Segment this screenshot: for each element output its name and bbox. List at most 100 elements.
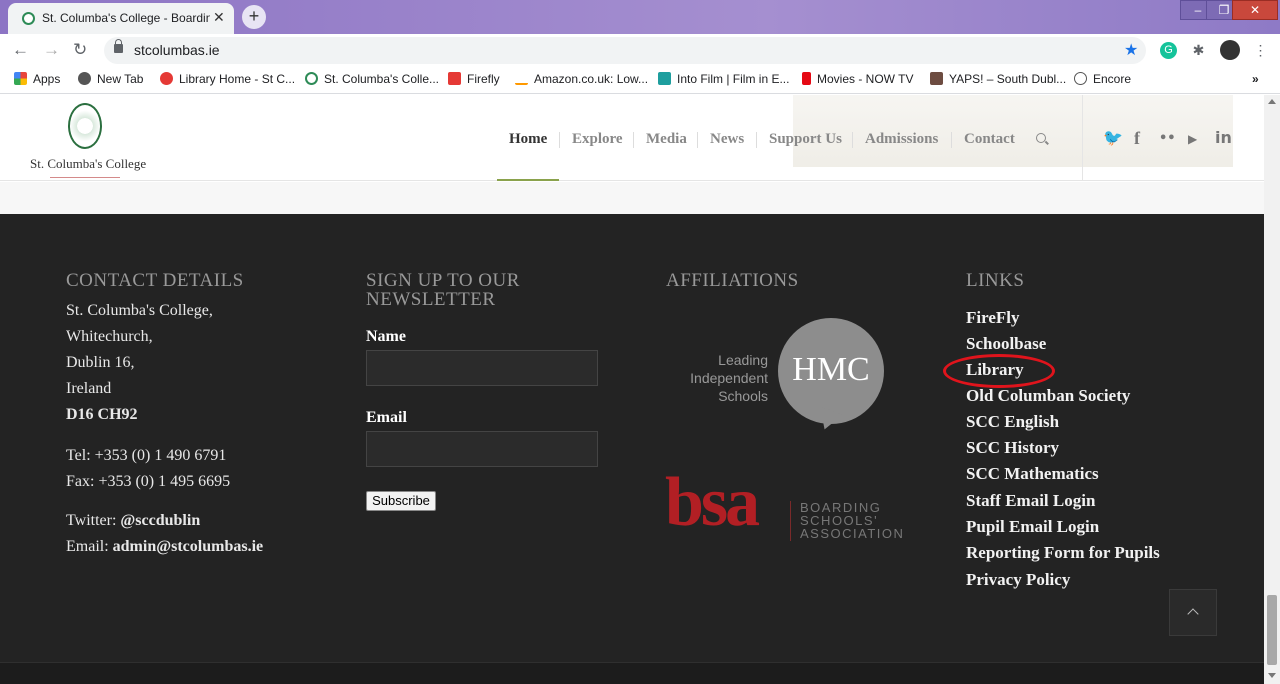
- footer-link-pupil-email[interactable]: Pupil Email Login: [966, 517, 1099, 537]
- email-line: Email: admin@stcolumbas.ie: [66, 538, 263, 556]
- nav-separator: [756, 132, 757, 148]
- nav-separator: [633, 132, 634, 148]
- crest-icon: [305, 72, 318, 85]
- bookmark-item[interactable]: Library Home - St C...: [160, 72, 295, 86]
- footer-link-scc-mathematics[interactable]: SCC Mathematics: [966, 464, 1099, 484]
- bookmark-item[interactable]: Amazon.co.uk: Low...: [515, 72, 648, 86]
- facebook-icon[interactable]: f: [1134, 128, 1140, 149]
- name-label: Name: [366, 328, 406, 345]
- address-line: Ireland: [66, 380, 112, 397]
- tab-close-icon[interactable]: ✕: [213, 9, 225, 26]
- scroll-down-arrow-icon[interactable]: [1268, 673, 1276, 678]
- subscribe-button[interactable]: Subscribe: [366, 491, 436, 511]
- footer-link-staff-email[interactable]: Staff Email Login: [966, 491, 1095, 511]
- linkedin-icon[interactable]: in: [1215, 128, 1232, 147]
- nav-contact[interactable]: Contact: [964, 131, 1015, 148]
- highlight-circle: [943, 354, 1055, 388]
- contact-heading: CONTACT DETAILS: [66, 270, 244, 291]
- address-line: Whitechurch,: [66, 328, 153, 345]
- youtube-icon[interactable]: ▶: [1188, 132, 1197, 146]
- header-divider: [1082, 95, 1083, 181]
- bsa-divider: [790, 501, 791, 541]
- browser-tab[interactable]: St. Columba's College - Boarding ✕: [8, 3, 234, 34]
- nav-admissions[interactable]: Admissions: [865, 131, 938, 148]
- newsletter-heading: SIGN UP TO OUR NEWSLETTER: [366, 270, 520, 310]
- bookmark-star-icon[interactable]: ★: [1124, 40, 1138, 60]
- bookmark-item[interactable]: Movies - NOW TV: [802, 72, 913, 86]
- footer-bottom-bar: [0, 662, 1264, 684]
- scroll-to-top-button[interactable]: [1169, 589, 1217, 636]
- nav-separator: [559, 132, 560, 148]
- footer-link-scc-history[interactable]: SCC History: [966, 438, 1059, 458]
- nav-media[interactable]: Media: [646, 131, 687, 148]
- address-line: Dublin 16,: [66, 354, 135, 371]
- site-favicon-icon: [22, 12, 35, 25]
- scrollbar-thumb[interactable]: [1267, 595, 1277, 665]
- more-bookmarks-icon[interactable]: »: [1252, 72, 1259, 86]
- college-crest-icon[interactable]: [68, 103, 102, 149]
- footer-link-old-columban-society[interactable]: Old Columban Society: [966, 386, 1130, 406]
- email-input[interactable]: [366, 431, 598, 467]
- footer-link-reporting-form[interactable]: Reporting Form for Pupils: [966, 543, 1160, 563]
- bookmark-item[interactable]: Into Film | Film in E...: [658, 72, 789, 86]
- window-close-button[interactable]: ✕: [1232, 0, 1278, 20]
- email-link[interactable]: admin@stcolumbas.ie: [113, 538, 263, 555]
- bookmark-item[interactable]: Encore: [1074, 72, 1131, 86]
- forward-arrow-icon[interactable]: →: [43, 40, 60, 60]
- lock-icon: [114, 39, 123, 53]
- bsa-association-text: BOARDING SCHOOLS' ASSOCIATION: [800, 500, 905, 541]
- bookmarks-bar: Apps New Tab Library Home - St C... St. …: [0, 66, 1280, 94]
- links-heading: LINKS: [966, 270, 1025, 291]
- affiliations-heading: AFFILIATIONS: [666, 270, 799, 291]
- hmc-logo-text: HMC: [792, 351, 870, 388]
- reload-icon[interactable]: ↻: [73, 40, 87, 60]
- play-circle-icon: [1074, 72, 1087, 85]
- tab-title: St. Columba's College - Boarding: [42, 11, 210, 25]
- footer-link-schoolbase[interactable]: Schoolbase: [966, 334, 1046, 354]
- twitter-handle-link[interactable]: @sccdublin: [120, 512, 200, 529]
- yaps-icon: [930, 72, 943, 85]
- hmc-tagline: Leading Independent Schools: [690, 352, 768, 404]
- browser-tab-strip: St. Columba's College - Boarding ✕ + – ❐…: [0, 0, 1280, 34]
- back-arrow-icon[interactable]: ←: [12, 40, 29, 60]
- bookmark-item[interactable]: Firefly: [448, 72, 500, 86]
- twitter-label: Twitter:: [66, 512, 121, 529]
- firefly-icon: [448, 72, 461, 85]
- nav-separator: [697, 132, 698, 148]
- nav-support-us[interactable]: Support Us: [769, 131, 842, 148]
- fax: Fax: +353 (0) 1 495 6695: [66, 473, 231, 490]
- logo-text[interactable]: St. Columba's College: [30, 156, 146, 172]
- profile-avatar[interactable]: [1220, 40, 1240, 60]
- nav-home[interactable]: Home: [509, 131, 547, 148]
- scroll-up-arrow-icon[interactable]: [1268, 99, 1276, 104]
- browser-menu-icon[interactable]: ⋮: [1252, 42, 1269, 59]
- nav-explore[interactable]: Explore: [572, 131, 623, 148]
- bookmark-item[interactable]: Apps: [14, 72, 60, 86]
- search-icon[interactable]: [1036, 133, 1046, 143]
- nav-active-indicator: [497, 179, 559, 181]
- footer-link-scc-english[interactable]: SCC English: [966, 412, 1059, 432]
- extensions-puzzle-icon[interactable]: ✱: [1190, 42, 1207, 59]
- nav-separator: [951, 132, 952, 148]
- apps-grid-icon: [14, 72, 27, 85]
- globe-icon: [78, 72, 91, 85]
- library-icon: [160, 72, 173, 85]
- footer-link-privacy-policy[interactable]: Privacy Policy: [966, 570, 1070, 590]
- telephone: Tel: +353 (0) 1 490 6791: [66, 447, 227, 464]
- grammarly-extension-icon[interactable]: G: [1160, 42, 1177, 59]
- page-scrollbar[interactable]: [1264, 95, 1280, 684]
- twitter-icon[interactable]: 🐦: [1103, 128, 1123, 147]
- address-bar[interactable]: stcolumbas.ie ★: [104, 37, 1146, 64]
- name-input[interactable]: [366, 350, 598, 386]
- bookmark-item[interactable]: New Tab: [78, 72, 143, 86]
- new-tab-button[interactable]: +: [242, 5, 266, 29]
- url-text[interactable]: stcolumbas.ie: [134, 42, 220, 58]
- bsa-logo-text[interactable]: bsa: [665, 468, 760, 538]
- nav-news[interactable]: News: [710, 131, 744, 148]
- flickr-icon[interactable]: ••: [1159, 131, 1176, 146]
- bookmark-item[interactable]: YAPS! – South Dubl...: [930, 72, 1066, 86]
- bookmark-item[interactable]: St. Columba's Colle...: [305, 72, 439, 86]
- amazon-icon: [515, 72, 528, 85]
- twitter-line: Twitter: @sccdublin: [66, 512, 200, 530]
- footer-link-firefly[interactable]: FireFly: [966, 308, 1020, 328]
